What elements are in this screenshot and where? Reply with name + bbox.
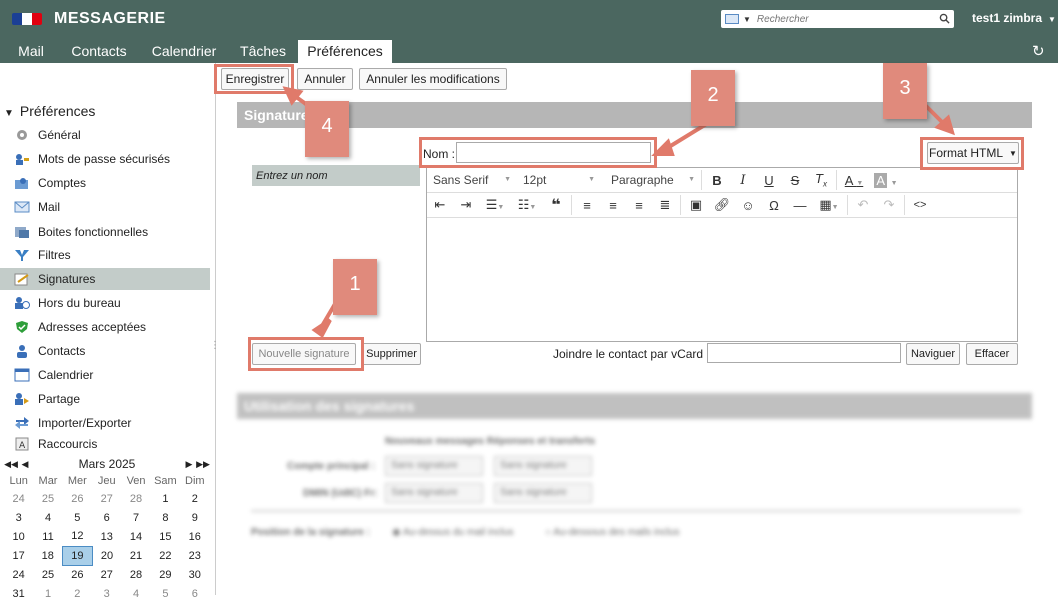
callout-1: 1: [333, 259, 377, 315]
callout-2: 2: [691, 70, 735, 126]
callout-4: 4: [305, 101, 349, 157]
callout-3: 3: [883, 63, 927, 119]
